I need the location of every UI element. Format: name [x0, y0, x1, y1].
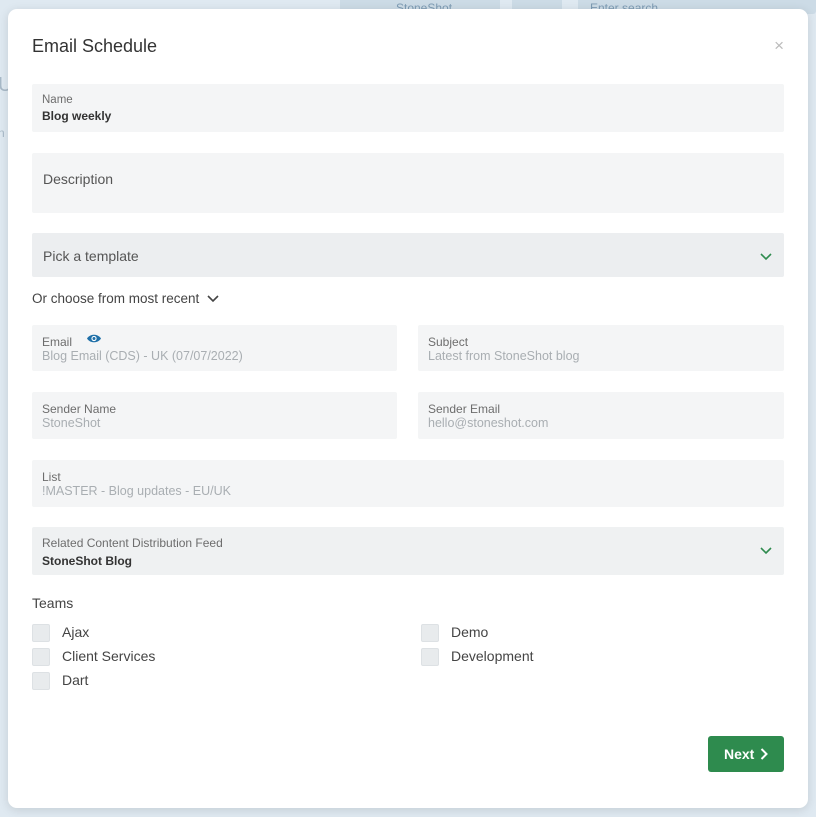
checkbox-development[interactable]: [421, 648, 439, 666]
list-field: List !MASTER - Blog updates - EU/UK: [32, 460, 784, 507]
recent-toggle[interactable]: Or choose from most recent: [32, 291, 219, 306]
bg-letter-2: n: [0, 126, 5, 140]
name-label: Name: [42, 94, 73, 106]
close-icon[interactable]: ×: [774, 37, 784, 55]
sender-email-value: hello@stoneshot.com: [428, 416, 549, 430]
email-field: Email Blog Email (CDS) - UK (07/07/2022): [32, 325, 397, 371]
sender-email-label: Sender Email: [428, 402, 501, 416]
description-placeholder: Description: [43, 171, 114, 187]
sender-name-field: Sender Name StoneShot: [32, 392, 397, 439]
chevron-right-icon: [760, 748, 768, 760]
list-value: !MASTER - Blog updates - EU/UK: [42, 484, 231, 498]
subject-label: Subject: [428, 335, 469, 349]
team-label-demo: Demo: [451, 624, 489, 640]
template-select[interactable]: Pick a template: [32, 233, 784, 277]
email-label: Email: [42, 335, 73, 349]
teams-title: Teams: [32, 595, 74, 611]
chevron-down-icon: [760, 547, 772, 555]
chevron-down-icon: [760, 253, 772, 261]
next-label: Next: [724, 746, 755, 762]
checkbox-client-services[interactable]: [32, 648, 50, 666]
feed-label: Related Content Distribution Feed: [42, 536, 223, 550]
name-field[interactable]: Name Blog weekly: [32, 84, 784, 132]
description-field[interactable]: Description: [32, 153, 784, 213]
team-label-dart: Dart: [62, 672, 89, 688]
feed-select[interactable]: Related Content Distribution Feed StoneS…: [32, 527, 784, 575]
list-label: List: [42, 470, 61, 484]
checkbox-dart[interactable]: [32, 672, 50, 690]
email-value: Blog Email (CDS) - UK (07/07/2022): [42, 349, 243, 363]
subject-field: Subject Latest from StoneShot blog: [418, 325, 784, 371]
subject-value: Latest from StoneShot blog: [428, 349, 580, 363]
team-label-ajax: Ajax: [62, 624, 90, 640]
checkbox-ajax[interactable]: [32, 624, 50, 642]
team-label-client-services: Client Services: [62, 648, 156, 664]
next-button[interactable]: Next: [708, 736, 784, 772]
name-value: Blog weekly: [42, 109, 112, 123]
sender-email-field: Sender Email hello@stoneshot.com: [418, 392, 784, 439]
checkbox-demo[interactable]: [421, 624, 439, 642]
template-placeholder: Pick a template: [43, 248, 139, 264]
sender-name-label: Sender Name: [42, 402, 117, 416]
team-label-development: Development: [451, 648, 534, 664]
email-schedule-modal: Email Schedule × Name Blog weekly Descri…: [8, 9, 808, 808]
chevron-down-icon: [207, 295, 219, 303]
recent-toggle-label: Or choose from most recent: [32, 291, 200, 306]
sender-name-value: StoneShot: [42, 416, 101, 430]
eye-icon[interactable]: [86, 333, 102, 344]
feed-value: StoneShot Blog: [42, 554, 132, 568]
modal-title: Email Schedule: [32, 36, 158, 56]
